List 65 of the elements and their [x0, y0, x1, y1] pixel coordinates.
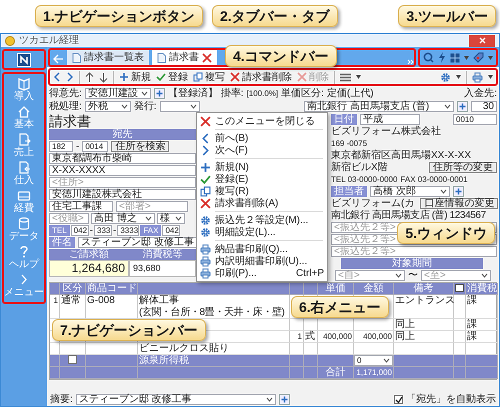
invoice-amount: 1,264,680 — [49, 260, 129, 277]
table-cell: 源泉所得税 — [138, 355, 290, 367]
table-cell: 課 — [466, 295, 498, 319]
status-label: 【登録済】 — [168, 88, 218, 98]
table-cell: 式 — [304, 331, 318, 343]
table-cell: 1 — [290, 331, 304, 343]
callout-tooltip: 7.ナビゲーションバー — [52, 319, 206, 341]
field-label: 単価区分: — [281, 88, 324, 98]
subject-label: 件名 — [49, 236, 75, 248]
bank-account-text: 南北銀行 高田馬場支店 (普) 1234567 — [331, 210, 486, 220]
table-cell: 課 — [466, 319, 498, 331]
table-cell-text: (玄関・台所・8畳・天井・床・壁) — [139, 307, 286, 319]
price-class-value: 定価(上代) — [326, 88, 374, 98]
table-cell: 合計 — [318, 367, 354, 379]
field-label: 得意先: — [49, 88, 82, 98]
table-cell: 400,000 — [354, 331, 394, 343]
separator-text: 〜 — [408, 270, 418, 280]
column-header: 金額 — [354, 283, 394, 295]
table-cell: 同上 — [394, 331, 454, 343]
document-title: 請求書 — [49, 113, 91, 129]
shortcut-text: Ctrl+P — [296, 268, 324, 278]
fax-label: FAX — [140, 224, 162, 236]
field-label: 入金先: — [464, 88, 497, 98]
field-label: 掛率: — [220, 88, 244, 98]
field-label: 発行: — [134, 100, 157, 112]
callout-tooltip: 5.ウィンドウ — [397, 222, 495, 244]
tel-label: TEL — [49, 224, 70, 236]
callout-tooltip: 2.タブバー・タブ — [212, 5, 338, 27]
callout-tooltip: 1.ナビゲーションボタン — [35, 5, 203, 27]
address-text: 東京都新宿区高田馬場XX-X-XX — [331, 150, 472, 160]
company-name: ビズリフォーム株式会社 — [331, 126, 441, 136]
postal-code: 169 -0075 — [331, 138, 368, 148]
table-cell: 1,171,000 — [354, 367, 394, 379]
window-title: ツカエル経理 — [19, 35, 79, 46]
table-cell: エントランス — [394, 295, 454, 319]
rate-value: [100.0%] — [246, 88, 278, 98]
callout-tooltip: 6.右メニュー — [291, 296, 389, 318]
callout-tooltip: 4.コマンドバー — [225, 45, 337, 67]
table-cell: 400,000 — [318, 331, 354, 343]
separator-text: - — [76, 140, 80, 152]
section-header: 宛先 — [49, 129, 196, 140]
fax-text: FAX 03-0000-0001 — [400, 174, 468, 184]
table-cell: 課 — [466, 331, 498, 343]
building-text: 新宿ビルX階 — [331, 162, 388, 172]
period-header: 対象期間 — [341, 258, 483, 269]
table-cell: 同上 — [394, 319, 454, 331]
date-label: 日付 — [331, 114, 357, 124]
separator-text: - — [90, 224, 94, 236]
account-name: ビズリフォーム(カ — [331, 198, 414, 208]
column-header: 商品コード — [86, 283, 138, 295]
checkbox-label: 「宛先」を自動表示 — [406, 394, 496, 405]
staff-label: 担当者 — [331, 186, 367, 196]
field-label: 税処理: — [49, 100, 82, 112]
column-header: 単価 — [318, 283, 354, 295]
column-header: 消費税 — [466, 283, 498, 295]
phone-text: TEL 03-0000-0000 — [331, 174, 398, 184]
amount-header: ご請求額 — [49, 249, 129, 260]
separator-text: - — [113, 224, 116, 236]
column-header: 備考 — [394, 283, 454, 295]
tax-amount: 93,680 — [129, 260, 196, 277]
column-header: 区分 — [60, 283, 86, 295]
tax-header: 消費税等 — [129, 249, 196, 260]
callout-tooltip: 3.ツールバー — [398, 5, 496, 27]
table-cell-text: 解体工事 — [139, 295, 180, 306]
field-label: 摘要: — [50, 394, 73, 405]
